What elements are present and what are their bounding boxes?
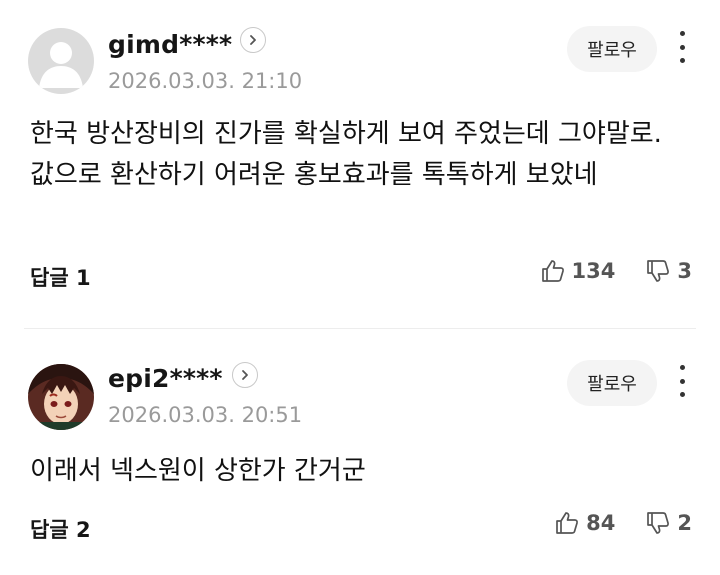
reaction-stats: 134 3 <box>540 258 692 284</box>
dislike-count: 2 <box>677 511 692 535</box>
comment-item: epi2**** 2026.03.03. 20:51 팔로우 이래서 넥스원이 … <box>0 334 720 575</box>
dislike-button[interactable]: 3 <box>645 258 692 284</box>
comment-text: 이래서 넥스원이 상한가 간거군 <box>30 456 366 486</box>
dislike-button[interactable]: 2 <box>645 510 692 536</box>
chevron-right-icon[interactable] <box>232 362 258 388</box>
thumbs-up-icon <box>541 260 564 282</box>
follow-button[interactable]: 팔로우 <box>567 360 657 406</box>
username[interactable]: epi2**** <box>108 364 223 393</box>
thumbs-down-icon <box>647 512 670 534</box>
like-count: 84 <box>586 511 616 535</box>
like-count: 134 <box>571 259 616 283</box>
dislike-count: 3 <box>677 259 692 283</box>
like-button[interactable]: 84 <box>554 510 615 536</box>
comment-text: 한국 방산장비의 진가를 확실하게 보여 주었는데 그야말로. 값으로 환산하기… <box>30 119 662 190</box>
comment-item: gimd**** 2026.03.03. 21:10 팔로우 한국 방산장비의 … <box>0 0 720 326</box>
anime-character-avatar[interactable] <box>28 364 94 430</box>
thumbs-up-icon <box>556 512 579 534</box>
thumbs-down-icon <box>647 260 670 282</box>
default-avatar-icon[interactable] <box>28 28 94 94</box>
comment-divider <box>24 328 696 329</box>
chevron-right-icon[interactable] <box>240 27 266 53</box>
username[interactable]: gimd**** <box>108 30 232 59</box>
reaction-stats: 84 2 <box>554 510 692 536</box>
more-options-icon[interactable] <box>672 365 692 397</box>
reply-button[interactable]: 답글 2 <box>30 514 91 544</box>
more-options-icon[interactable] <box>672 31 692 63</box>
follow-button[interactable]: 팔로우 <box>567 26 657 72</box>
reply-button[interactable]: 답글 1 <box>30 262 91 292</box>
like-button[interactable]: 134 <box>540 258 616 284</box>
comment-date: 2026.03.03. 21:10 <box>108 69 303 93</box>
comment-date: 2026.03.03. 20:51 <box>108 403 303 427</box>
